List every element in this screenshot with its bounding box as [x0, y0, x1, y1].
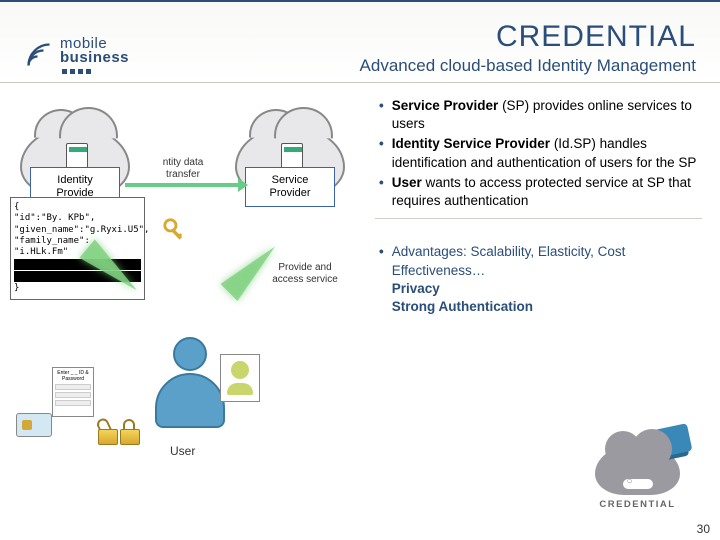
provide-label: Provide and access service — [265, 262, 345, 285]
page-title: CREDENTIAL — [141, 20, 696, 54]
user-label: User — [170, 445, 195, 459]
slide-header: mobile business CREDENTIAL Advanced clou… — [0, 2, 720, 83]
text-column: Service Provider (SP) provides online se… — [375, 97, 702, 457]
credential-logo-text: CREDENTIAL — [595, 499, 680, 510]
transfer-label: ntity data transfer — [138, 157, 228, 180]
signal-icon — [24, 40, 54, 70]
slide-body: Identity Provide Service Provider ntity … — [0, 83, 720, 457]
brand-logo: mobile business — [24, 37, 129, 75]
bullet-advantages: Advantages: Scalability, Elasticity, Cos… — [379, 243, 702, 316]
logo-line2: business — [60, 51, 129, 65]
login-form-icon: Enter _ _ ID & Password — [52, 367, 94, 417]
bullet-idsp: Identity Service Provider (Id.SP) handle… — [379, 135, 702, 171]
smartcard-icon — [16, 413, 52, 437]
separator — [375, 218, 702, 219]
padlocks-icon — [98, 419, 142, 445]
page-number: 30 — [697, 522, 710, 536]
sp-box: Service Provider — [245, 167, 335, 207]
bullet-sp: Service Provider (SP) provides online se… — [379, 97, 702, 133]
arrow-right-icon — [125, 183, 240, 187]
credential-logo: CREDENTIAL — [595, 445, 680, 510]
page-subtitle: Advanced cloud-based Identity Management — [141, 56, 696, 76]
keyhole-icon — [623, 479, 653, 489]
logo-dots-icon — [62, 69, 129, 74]
diagram-area: Identity Provide Service Provider ntity … — [10, 97, 365, 457]
id-card-icon — [220, 354, 260, 402]
cloud-logo-icon — [595, 445, 680, 495]
user-icon — [150, 337, 230, 432]
key-icon — [162, 217, 190, 245]
bullet-user: User wants to access protected service a… — [379, 174, 702, 210]
